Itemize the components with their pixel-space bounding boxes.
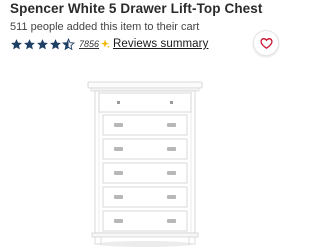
sparkle-icon <box>100 39 110 49</box>
cart-count-note: 511 people added this item to their cart <box>10 21 200 33</box>
star-icon <box>37 38 48 49</box>
star-icon <box>24 38 35 49</box>
product-page: Spencer White 5 Drawer Lift-Top Chest 51… <box>0 0 290 250</box>
star-icon <box>50 38 61 49</box>
star-rating[interactable] <box>10 37 75 51</box>
rating-row: 7856 Reviews summary <box>10 36 208 52</box>
wishlist-button[interactable] <box>253 30 279 56</box>
product-image[interactable] <box>0 58 290 250</box>
product-title: Spencer White 5 Drawer Lift-Top Chest <box>10 1 263 16</box>
reviews-summary-link[interactable]: Reviews summary <box>113 38 208 50</box>
star-icon <box>11 38 22 49</box>
heart-icon <box>259 38 273 49</box>
review-count-link[interactable]: 7856 <box>79 39 99 49</box>
half-star-icon <box>62 37 75 50</box>
